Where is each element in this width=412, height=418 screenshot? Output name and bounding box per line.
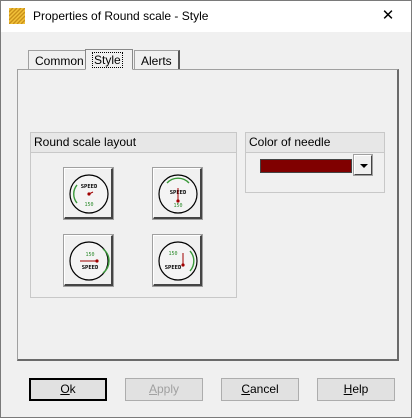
- folder-grid-icon: [9, 8, 25, 24]
- close-button[interactable]: ✕: [373, 5, 403, 27]
- ok-label-rest: k: [69, 382, 76, 396]
- title-bar: Properties of Round scale - Style ✕: [1, 1, 411, 32]
- gauge-bottom-label: 150: [84, 202, 93, 208]
- round-scale-layout-title: Round scale layout: [31, 133, 236, 153]
- gauge-top-label: SPEED: [81, 184, 98, 190]
- apply-label-rest: pply: [157, 382, 180, 396]
- gauge-needle-up-icon: SPEED 150: [158, 174, 198, 214]
- needle-color-dropdown-button[interactable]: [353, 154, 373, 176]
- gauge-top-label: 150: [168, 251, 177, 257]
- apply-mnemonic: A: [148, 382, 157, 396]
- tab-style[interactable]: Style: [85, 49, 133, 70]
- ok-button[interactable]: Ok: [29, 378, 107, 401]
- help-button[interactable]: Help: [317, 378, 395, 401]
- needle-color-swatch[interactable]: [260, 159, 352, 173]
- layout-needle-down-right-button[interactable]: SPEED 150: [63, 167, 114, 220]
- tab-style-label: Style: [92, 52, 123, 68]
- tab-alerts-label: Alerts: [141, 54, 172, 68]
- layout-needle-up-button[interactable]: SPEED 150: [152, 167, 203, 220]
- round-scale-layout-group: Round scale layout SPEED 150 SPEED: [30, 132, 237, 298]
- gauge-top-label: 150: [85, 252, 94, 258]
- layout-needle-left-button[interactable]: 150 SPEED: [63, 234, 114, 287]
- needle-color-title: Color of needle: [246, 133, 384, 153]
- gauge-bottom-label: SPEED: [82, 265, 99, 271]
- cancel-button[interactable]: Cancel: [221, 378, 299, 401]
- properties-dialog: Properties of Round scale - Style ✕ Comm…: [0, 0, 412, 418]
- cancel-mnemonic: C: [241, 382, 250, 396]
- gauge-needle-down-right-icon: SPEED 150: [69, 174, 109, 214]
- needle-color-group: Color of needle: [245, 132, 385, 193]
- cancel-label-rest: ancel: [249, 382, 279, 396]
- style-tab-panel: Round scale layout SPEED 150 SPEED: [17, 69, 399, 361]
- ok-mnemonic: O: [60, 382, 70, 396]
- layout-needle-vertical-button[interactable]: 150 SPEED: [152, 234, 203, 287]
- gauge-bottom-label: SPEED: [165, 265, 182, 271]
- apply-button[interactable]: Apply: [125, 378, 203, 401]
- gauge-needle-left-icon: 150 SPEED: [69, 241, 110, 281]
- tab-common-label: Common: [35, 54, 84, 68]
- gauge-needle-vertical-icon: 150 SPEED: [158, 241, 198, 281]
- help-label-rest: elp: [352, 382, 369, 396]
- gauge-bottom-label: 150: [173, 203, 182, 209]
- window-title: Properties of Round scale - Style: [33, 9, 209, 23]
